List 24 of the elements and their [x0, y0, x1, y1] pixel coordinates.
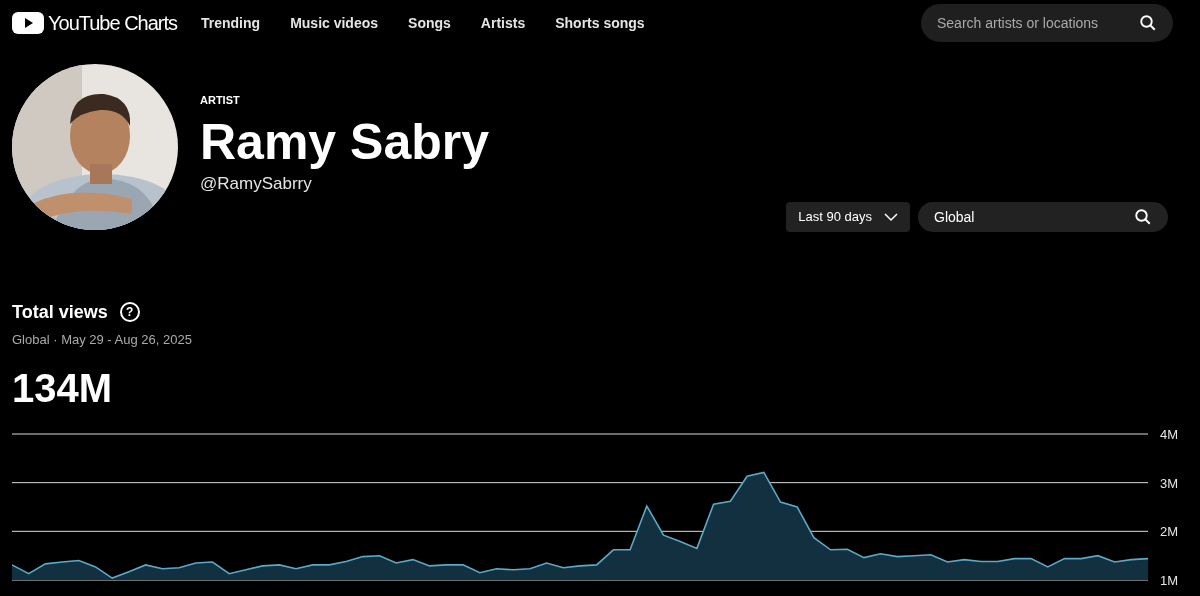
- axis-label: 1M: [1160, 572, 1179, 588]
- artist-handle: @RamySabrry: [200, 172, 313, 195]
- search-icon[interactable]: [1139, 14, 1157, 32]
- nav-link[interactable]: Shorts songs: [555, 13, 645, 33]
- nav-link[interactable]: Songs: [408, 13, 451, 33]
- logo-text: YouTube Charts: [48, 11, 178, 36]
- artist-name: Ramy Sabry: [200, 112, 490, 171]
- axis-label: 4M: [1160, 426, 1179, 442]
- axis-label: 2M: [1160, 523, 1179, 539]
- artist-label: ARTIST: [200, 93, 241, 108]
- play-logo-icon: [12, 12, 44, 34]
- search-icon[interactable]: [1134, 208, 1152, 226]
- search-field[interactable]: Search artists or locations: [921, 4, 1173, 42]
- nav-link[interactable]: Artists: [480, 13, 526, 33]
- period-dropdown[interactable]: Last 90 days: [786, 202, 910, 232]
- chevron-down-icon: [884, 212, 898, 222]
- total-views: 134M: [11, 364, 114, 412]
- nav-link[interactable]: Music videos: [290, 13, 379, 33]
- axis-label: 3M: [1160, 475, 1179, 491]
- nav-link[interactable]: Trending: [201, 13, 261, 33]
- date-range: Global · May 29 - Aug 26, 2025: [11, 331, 193, 349]
- location-field[interactable]: Global: [918, 202, 1168, 232]
- section-title: Total views: [12, 301, 108, 324]
- help-icon[interactable]: ?: [119, 302, 140, 322]
